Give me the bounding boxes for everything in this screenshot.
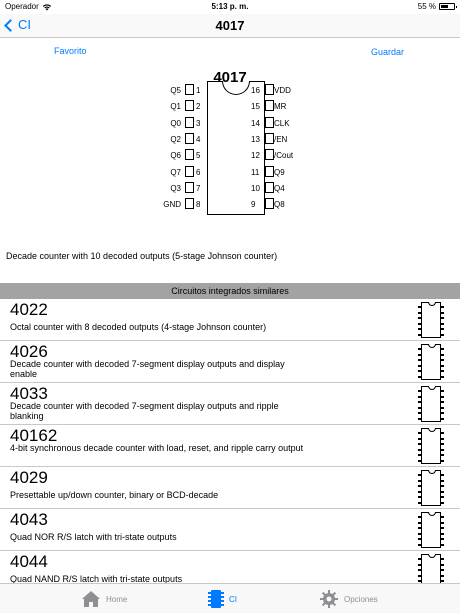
chip-pin-row-right: 11 Q9 [150,164,320,180]
pin-lead [265,100,274,112]
list-item[interactable]: 4043 Quad NOR R/S latch with tri-state ou… [0,509,460,551]
pin-lead [265,116,274,128]
pin-number: 12 [251,151,260,161]
pin-number: 16 [251,86,260,95]
pin-lead [265,132,274,144]
chip-outline-icon [418,470,444,506]
favorite-button[interactable]: Favorito [54,46,87,56]
chip-outline-icon [418,302,444,338]
chip-pin-row-right: 16 VDD [150,82,320,98]
tab-home[interactable]: Home [81,589,127,609]
chip-pin-row-right: 14 CLK [150,115,320,131]
chip-outline-icon [418,386,444,422]
status-bar: Operador 5:13 p. m. 55 % [0,0,460,14]
list-item[interactable]: 4044 Quad NAND R/S latch with tri-state o… [0,551,460,583]
status-time: 5:13 p. m. [211,2,249,11]
list-item[interactable]: 4029 Presettable up/down counter, binary … [0,467,460,509]
battery-group: 55 % [417,2,457,11]
tab-options[interactable]: Opciones [319,589,378,609]
chip-pin-row-right: 9 Q8 [150,196,320,212]
pin-label: CLK [274,118,290,128]
tab-home-label: Home [106,594,128,604]
tab-options-label: Opciones [344,594,378,604]
gear-icon [320,590,338,608]
battery-icon [439,3,457,10]
navigation-bar: CI 4017 [0,14,460,38]
pin-lead [265,149,274,161]
pin-label: /Cout [274,151,294,161]
pin-label: VDD [274,86,291,95]
list-item[interactable]: 4033 Decade counter with decoded 7-segmen… [0,383,460,425]
pin-label: Q8 [274,200,285,210]
ic-code: 4022 [10,300,48,319]
ic-code: 4044 [10,552,48,571]
battery-percent: 55 % [417,2,436,11]
pin-label: Q4 [274,183,285,193]
tab-ci-label: CI [229,594,237,604]
pin-lead [265,84,274,95]
chip-outline-icon [418,554,444,583]
ic-description: Presettable up/down counter, binary or B… [10,490,219,500]
pin-number: 11 [251,167,260,177]
ic-description: Decade counter with decoded 7-segment di… [10,401,279,421]
pin-number: 15 [251,102,260,112]
pin-lead [265,165,274,177]
list-item[interactable]: 4022 Octal counter with 8 decoded outputs… [0,299,460,341]
pin-label: Q9 [274,167,285,177]
ic-description: Octal counter with 8 decoded outputs (4-… [10,322,267,332]
pin-label: /EN [274,134,288,144]
tab-bar: Home CI Opciones [0,583,460,613]
similar-ic-list[interactable]: 4022 Octal counter with 8 decoded outputs… [0,299,460,583]
page-title: 4017 [215,18,245,33]
chip-icon [208,590,224,608]
tab-ci[interactable]: CI [208,589,237,609]
ic-code: 4029 [10,468,48,487]
pin-number: 14 [251,118,260,128]
chip-pin-row-right: 12/Cout [150,147,320,163]
save-button[interactable]: Guardar [371,47,404,57]
pin-number: 10 [251,183,260,193]
chip-pin-row-right: 10 Q4 [150,180,320,196]
home-icon [82,591,100,607]
pin-lead [265,198,274,210]
pin-lead [265,181,274,193]
pin-label: MR [274,102,287,112]
ic-description: Quad NAND R/S latch with tri-state outpu… [10,574,183,583]
list-item[interactable]: 40162 4-bit synchronous decade counter wi… [0,425,460,467]
ic-code: 4043 [10,510,48,529]
chip-pin-row-right: 13/EN [150,131,320,147]
list-item[interactable]: 4026 Decade counter with decoded 7-segmen… [0,341,460,383]
chip-pinout-diagram: 4017 Q5 1 Q1 2 Q0 3 Q2 4 Q6 5 Q7 6 Q3 7 GND 8 16 VDD 15 MR 1… [150,66,320,216]
ic-description: 4-bit synchronous decade counter with lo… [10,443,304,453]
pin-number: 13 [251,134,260,144]
similar-section-header: Circuitos integrados similares [0,283,460,299]
chip-outline-icon [418,428,444,464]
pin-number: 9 [251,200,256,210]
chip-pin-row-right: 15 MR [150,98,320,114]
ic-description: Quad NOR R/S latch with tri-state output… [10,532,177,542]
chip-outline-icon [418,512,444,548]
chip-outline-icon [418,344,444,380]
chip-description: Decade counter with 10 decoded outputs (… [6,251,278,261]
ic-description: Decade counter with decoded 7-segment di… [10,359,285,379]
